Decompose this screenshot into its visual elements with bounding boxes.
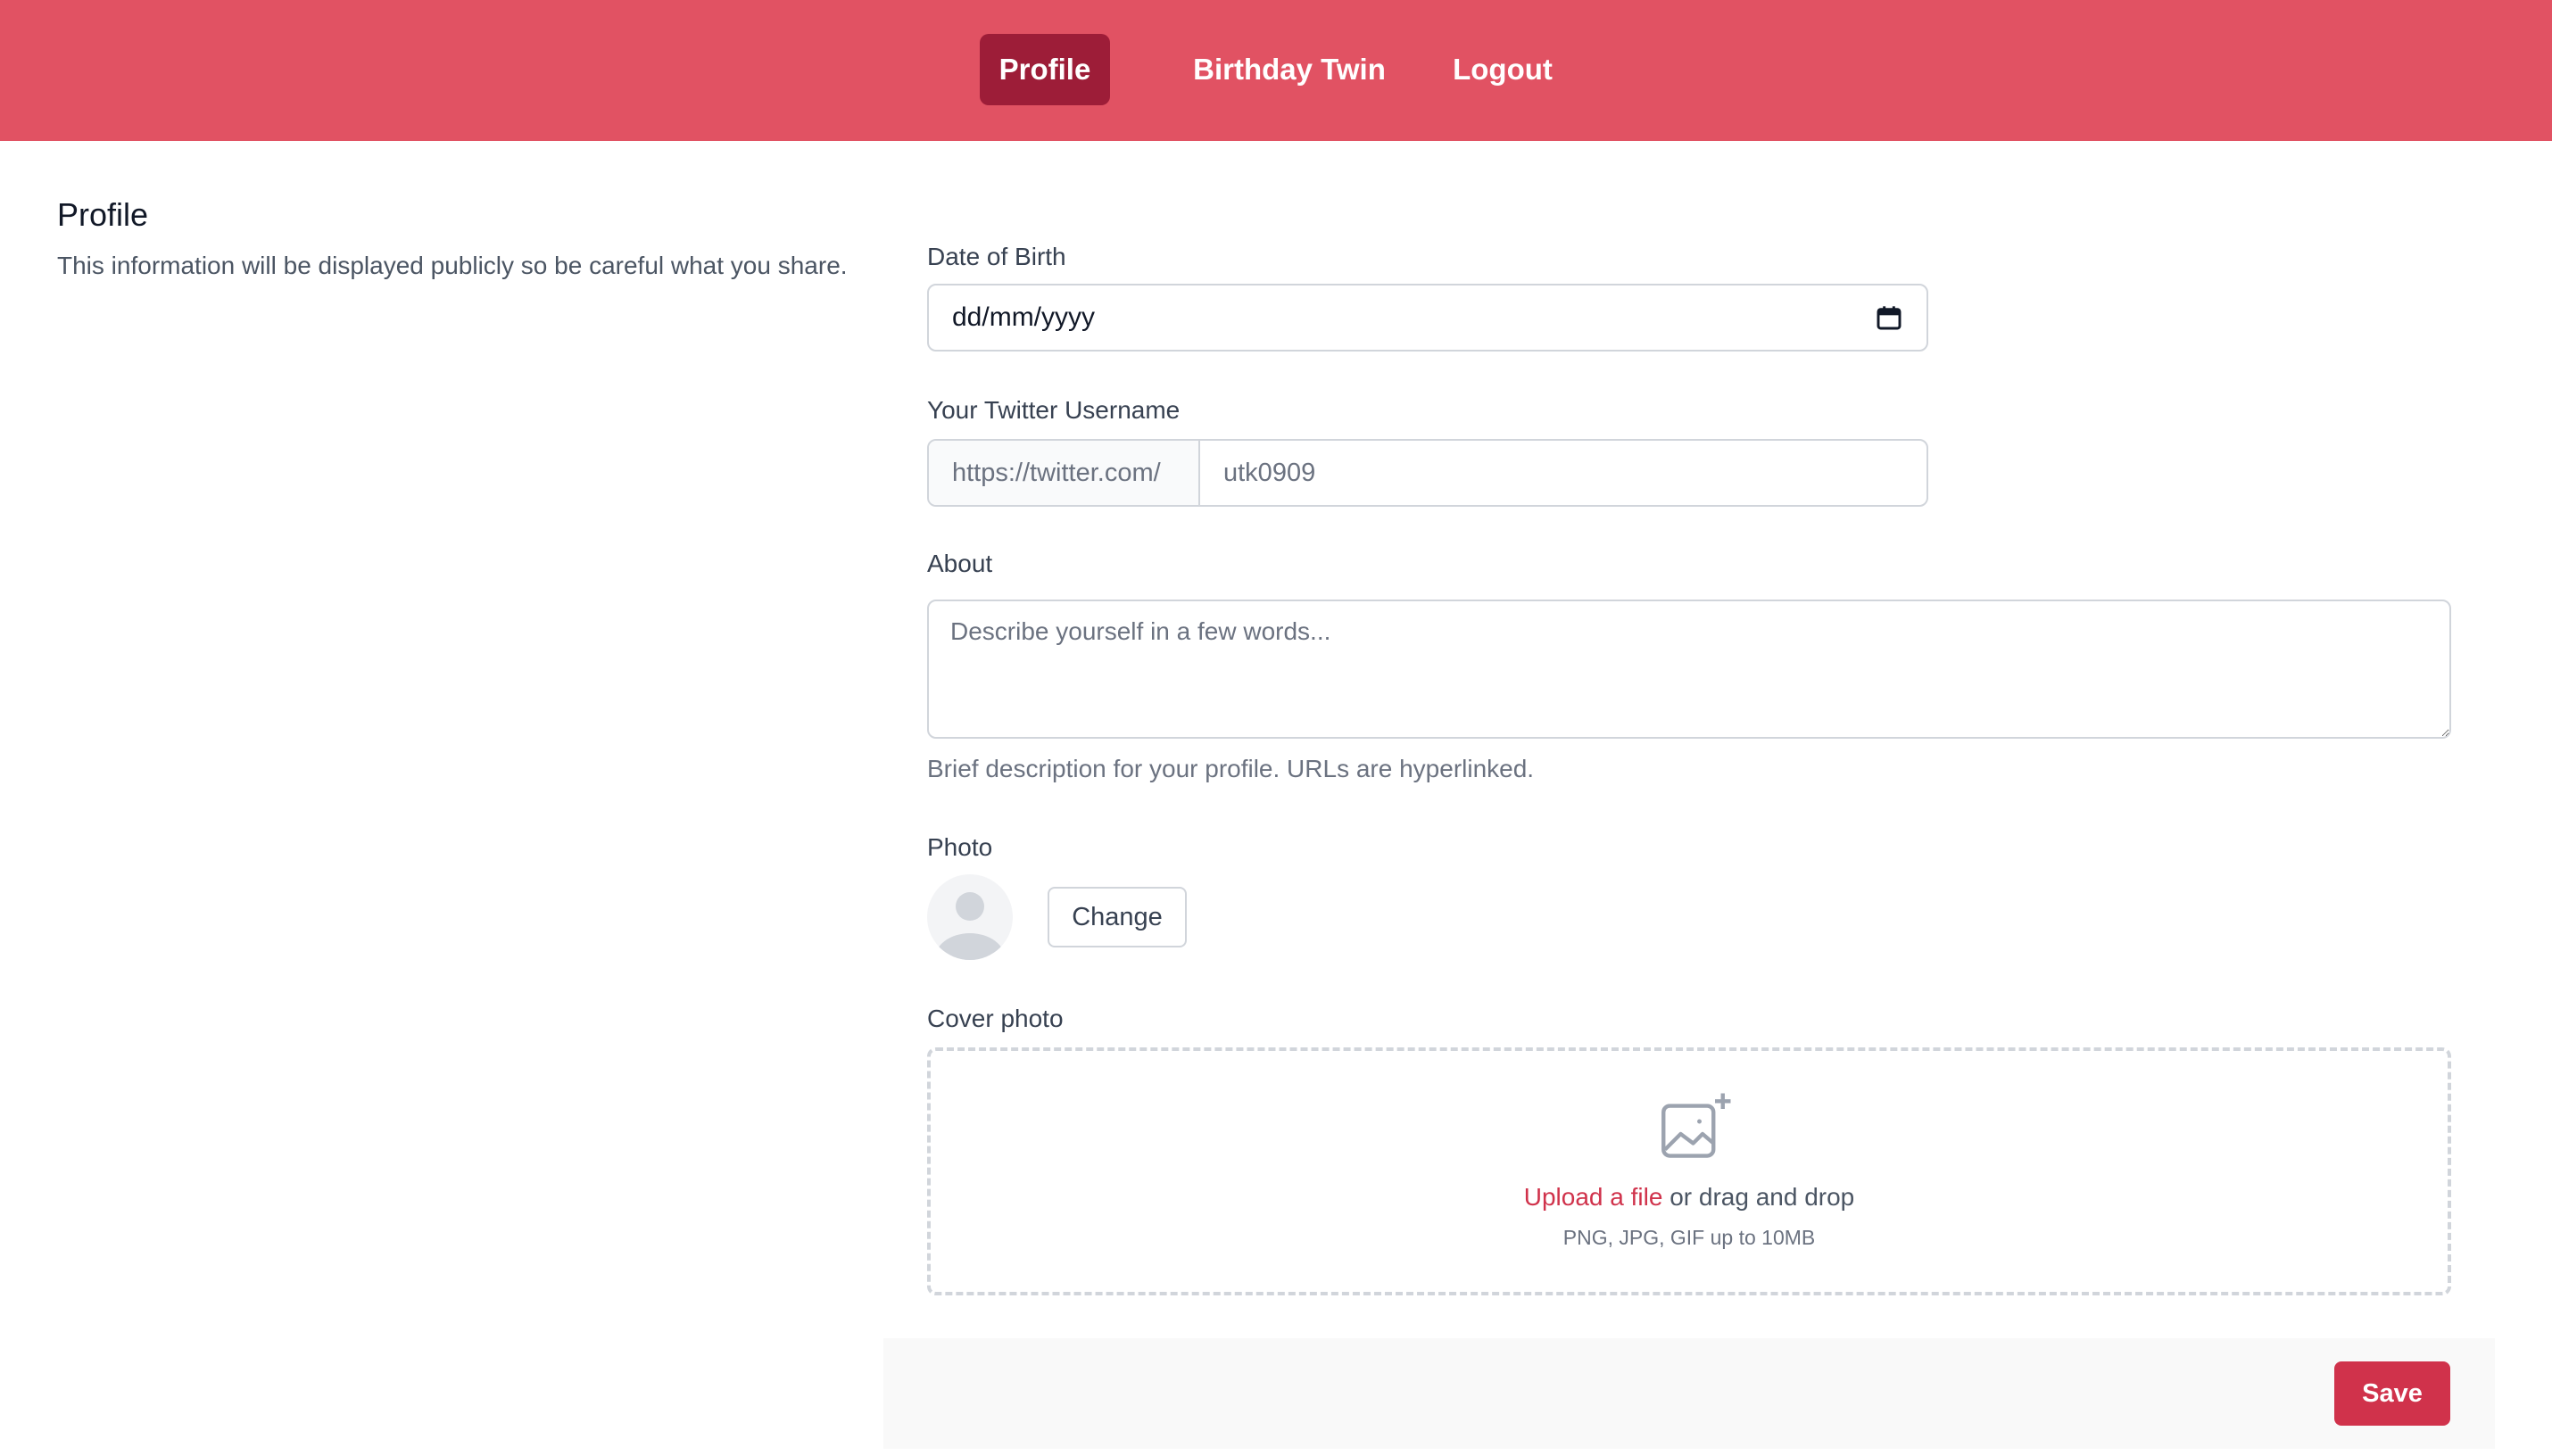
upload-instructions: Upload a file or drag and drop — [931, 1183, 2448, 1212]
image-add-icon — [1661, 1093, 1731, 1158]
about-help-text: Brief description for your profile. URLs… — [927, 755, 1535, 782]
cover-photo-label: Cover photo — [927, 1005, 1064, 1032]
twitter-label: Your Twitter Username — [927, 396, 1181, 424]
about-textarea[interactable] — [927, 600, 2451, 739]
drag-drop-text: or drag and drop — [1662, 1183, 1855, 1211]
calendar-icon[interactable] — [1875, 303, 1903, 332]
save-button[interactable]: Save — [2334, 1361, 2450, 1426]
twitter-username-input[interactable] — [1202, 441, 1926, 505]
twitter-input-group: https://twitter.com/ — [927, 439, 1928, 507]
section-description: This information will be displayed publi… — [57, 252, 848, 279]
nav-profile[interactable]: Profile — [980, 34, 1110, 105]
upload-file-link[interactable]: Upload a file — [1524, 1183, 1663, 1211]
top-navbar: Profile Birthday Twin Logout — [0, 0, 2552, 141]
file-types-hint: PNG, JPG, GIF up to 10MB — [1562, 1226, 1816, 1249]
dob-input[interactable]: dd/mm/yyyy — [927, 284, 1928, 352]
avatar-placeholder-icon — [927, 874, 1013, 960]
form-footer — [883, 1338, 2495, 1449]
about-label: About — [927, 550, 993, 577]
dob-value: dd/mm/yyyy — [952, 302, 1096, 332]
nav-logout[interactable]: Logout — [1440, 34, 1565, 105]
change-photo-button[interactable]: Change — [1048, 887, 1187, 947]
section-title: Profile — [57, 196, 149, 233]
dob-label: Date of Birth — [927, 243, 1066, 270]
twitter-prefix: https://twitter.com/ — [929, 441, 1200, 505]
cover-photo-dropzone[interactable]: Upload a file or drag and drop PNG, JPG,… — [927, 1047, 2451, 1295]
photo-label: Photo — [927, 833, 993, 861]
nav-birthday-twin[interactable]: Birthday Twin — [1178, 34, 1401, 105]
